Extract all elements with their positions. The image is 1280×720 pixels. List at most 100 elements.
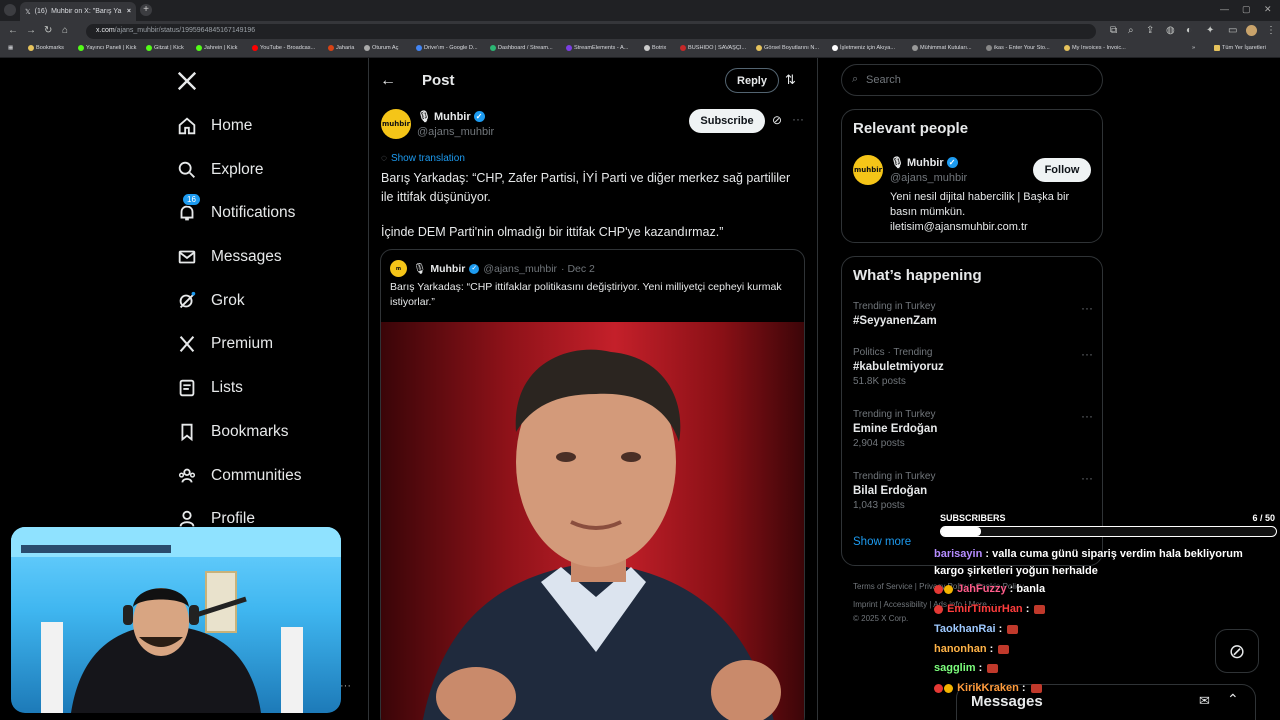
bookmark-item[interactable]: Bookmarks [28,45,64,51]
back-icon[interactable]: ← [8,25,18,36]
extension-icon[interactable]: ◍ [1166,25,1175,36]
minimize-icon[interactable]: — [1220,4,1229,14]
tab-close-icon[interactable]: × [127,8,131,15]
sidebar-icon[interactable]: ▭ [1228,25,1237,36]
footer-imprint-link[interactable]: Imprint [853,600,877,609]
x-favicon-icon: 𝕏 [25,8,31,16]
subscribers-label: SUBSCRIBERS [940,513,1006,523]
more-bookmarks-icon[interactable]: » [1192,45,1195,51]
nav-item-grok[interactable]: Grok [163,281,373,321]
trend-item[interactable]: Trending in Turkey Emine Erdoğan 2,904 pos… [853,409,1093,449]
bookmark-favicon-icon [1064,45,1070,51]
forward-icon[interactable]: → [26,25,36,36]
search-box[interactable]: ⌕ Search [841,64,1103,96]
bookmark-item[interactable]: Oturum Aç [364,45,398,51]
bookmark-item[interactable]: Botrix [644,45,666,51]
zoom-icon[interactable]: ⌕ [1128,25,1134,36]
trend-more-icon[interactable]: ··· [1081,347,1093,361]
more-options-icon[interactable]: ··· [792,112,804,126]
show-translation-link[interactable]: ◌ Show translation [381,153,465,164]
bookmark-item[interactable]: Görsel Boyutlarını N... [756,45,819,51]
bookmark-item[interactable]: Mühimmat Kutuları... [912,45,972,51]
extension-2-icon[interactable]: ◐ [1186,25,1192,36]
footer-terms-link[interactable]: Terms of Service [853,582,913,591]
show-more-link[interactable]: Show more [853,536,911,548]
new-message-icon[interactable]: ✉ [1199,693,1210,709]
nav-item-notifications[interactable]: 16 Notifications [163,193,373,233]
nav-item-bookmarks[interactable]: Bookmarks [163,412,373,452]
grok-icon [179,291,196,309]
extensions-puzzle-icon[interactable]: ✦ [1206,25,1214,36]
all-bookmarks-label: Tüm Yer İşaretleri [1222,45,1266,51]
profile-avatar-icon[interactable] [1246,25,1257,36]
bookmark-favicon-icon [644,45,650,51]
verified-badge-icon: ✓ [946,157,958,168]
communities-icon [178,468,196,483]
bookmark-item[interactable]: Dashboard / Stream... [490,45,553,51]
bookmark-item[interactable]: StreamElements - A... [566,45,628,51]
person-avatar[interactable]: muhbir [853,155,883,185]
maximize-icon[interactable]: ▢ [1242,4,1251,15]
menu-icon[interactable]: ⋮ [1266,25,1276,36]
bookmark-item[interactable]: Jahrein | Kick [196,45,237,51]
x-logo-icon[interactable] [176,70,200,94]
browser-tab-strip: 𝕏 (16) Muhbir on X: "Barış Ya × + — ▢ ✕ [0,0,1280,21]
share-icon[interactable]: ⇪ [1146,25,1154,36]
subscribe-button[interactable]: Subscribe [689,109,765,133]
trend-item[interactable]: Politics · Trending #kabuletmiyoruz 51.8K … [853,347,1093,387]
bookmark-item[interactable]: İşletmeniz için Akıya... [832,45,895,51]
install-icon[interactable]: ⧉ [1110,25,1117,36]
close-window-icon[interactable]: ✕ [1264,4,1272,15]
nav-item-home[interactable]: Home [163,106,373,146]
search-placeholder: Search [866,74,901,86]
bookmark-item[interactable]: YouTube - Broadcas... [252,45,315,51]
trend-more-icon[interactable]: ··· [1081,471,1093,485]
emote-icon [1034,604,1046,614]
footer-accessibility-link[interactable]: Accessibility [884,600,928,609]
nav-item-premium[interactable]: Premium [163,324,373,364]
grok-explain-icon[interactable]: ⊘ [772,113,782,127]
bookmark-item[interactable]: BUSHIDO | SAVAŞÇI... [680,45,746,51]
browser-tab[interactable]: 𝕏 (16) Muhbir on X: "Barış Ya × [20,2,136,21]
back-arrow-icon[interactable]: ← [380,72,396,90]
bookmark-item[interactable]: Gitzat | Kick [146,45,184,51]
quoted-post[interactable]: m 🎙 Muhbir ✓ @ajans_muhbir · Dec 2 Barış… [380,249,805,720]
bookmark-favicon-icon [986,45,992,51]
trend-more-icon[interactable]: ··· [1081,301,1093,315]
apps-icon[interactable]: ▦ [8,45,13,51]
person-name-row[interactable]: 🎙 Muhbir ✓ [890,156,958,169]
home-browser-icon[interactable]: ⌂ [62,25,68,36]
trend-more-icon[interactable]: ··· [1081,409,1093,423]
chat-message: hanonhan : [934,643,1010,655]
trend-item[interactable]: Trending in Turkey #SeyyanenZam ··· [853,301,1093,327]
nav-item-explore[interactable]: Explore [163,150,373,190]
bookmark-item[interactable]: My Invoices - Invoic... [1064,45,1126,51]
chat-message: KirikKraken : [934,682,1042,694]
show-translation-label: Show translation [390,153,465,164]
bookmark-item[interactable]: ikas - Enter Your Sto... [986,45,1050,51]
nav-item-lists[interactable]: Lists [163,368,373,408]
reload-icon[interactable]: ↻ [44,25,52,36]
grok-float-button[interactable]: ⊘ [1215,629,1259,673]
trend-item[interactable]: Trending in Turkey Bilal Erdoğan 1,043 pos… [853,471,1093,511]
quote-media-image[interactable] [381,322,804,720]
new-tab-button[interactable]: + [140,4,152,16]
reply-button[interactable]: Reply [725,68,779,93]
author-name-row[interactable]: 🎙 Muhbir ✓ [417,110,485,123]
adjust-icon[interactable]: ⇅ [785,72,796,88]
gift-badge-icon [944,584,953,594]
author-avatar[interactable]: muhbir [381,109,411,139]
url-field[interactable]: x.com/ajans_muhbir/status/19959648451671… [86,24,1096,39]
all-bookmarks-link[interactable]: Tüm Yer İşaretleri [1214,45,1266,51]
follow-button[interactable]: Follow [1033,158,1091,182]
bookmark-item[interactable]: Jaharia [328,45,354,51]
author-handle[interactable]: @ajans_muhbir [417,126,494,138]
webcam-more-icon[interactable]: ··· [340,680,351,692]
tab-search-button[interactable] [4,4,16,16]
bookmark-item[interactable]: Drive'ım - Google D... [416,45,478,51]
bookmark-item[interactable]: Yayıncı Paneli | Kick [78,45,136,51]
nav-item-messages[interactable]: Messages [163,237,373,277]
nav-item-communities[interactable]: Communities [163,456,373,496]
nav-label: Grok [211,292,245,309]
expand-chevron-icon[interactable]: ⌃ [1227,691,1239,708]
